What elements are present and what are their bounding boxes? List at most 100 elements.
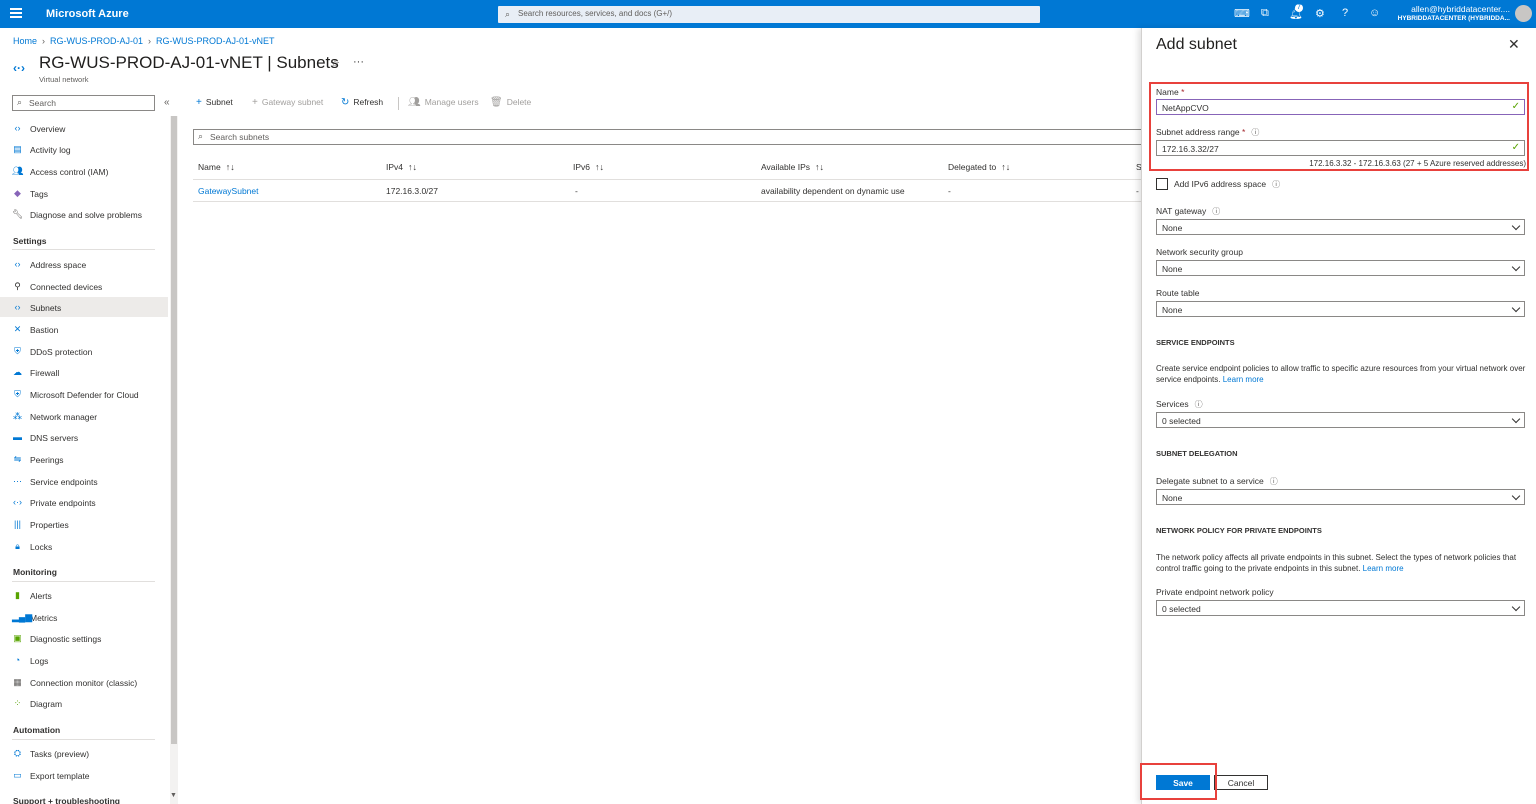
nav-item-label: Diagram xyxy=(30,699,62,709)
directory-filter-icon[interactable]: ⧉ xyxy=(1261,7,1269,20)
hamburger-menu-icon[interactable] xyxy=(10,8,22,18)
nav-item-peerings[interactable]: ⇋Peerings xyxy=(0,449,168,469)
subnet-search-input[interactable]: ⌕ Search subnets xyxy=(193,129,1143,145)
feedback-icon[interactable]: ☺ xyxy=(1369,7,1380,19)
close-icon[interactable]: ✕ xyxy=(1508,36,1520,53)
add-subnet-label: Subnet xyxy=(206,97,233,107)
nav-item-label: DDoS protection xyxy=(30,347,92,357)
cloud-shell-icon[interactable]: ⌨ xyxy=(1234,7,1250,20)
refresh-button[interactable]: ↻Refresh xyxy=(341,97,383,108)
panel-title: Add subnet xyxy=(1156,36,1237,54)
global-search-input[interactable]: ⌕ Search resources, services, and docs (… xyxy=(498,6,1040,23)
add-subnet-button[interactable]: +Subnet xyxy=(196,97,233,108)
add-gateway-subnet-button[interactable]: +Gateway subnet xyxy=(252,97,323,108)
breadcrumb-home[interactable]: Home xyxy=(13,36,37,46)
column-header-label: IPv4 xyxy=(386,162,403,172)
nav-item-label: Export template xyxy=(30,771,90,781)
sort-icon[interactable]: ↑↓ xyxy=(815,162,824,172)
column-header-delegated-to[interactable]: Delegated to ↑↓ xyxy=(948,162,1010,172)
address-space-icon: ‹› xyxy=(12,259,23,270)
nav-item-locks[interactable]: 🔒︎Locks xyxy=(0,536,168,556)
route-table-select[interactable]: None xyxy=(1156,301,1525,317)
services-select[interactable]: 0 selected xyxy=(1156,412,1525,428)
manage-users-button[interactable]: 👥︎ Manage users xyxy=(408,97,479,108)
breadcrumb-vnet[interactable]: RG-WUS-PROD-AJ-01-vNET xyxy=(156,36,275,46)
learn-more-link[interactable]: Learn more xyxy=(1223,375,1264,384)
nav-item-label: Locks xyxy=(30,542,52,552)
nav-item-private-endpoints[interactable]: ‹·›Private endpoints xyxy=(0,492,168,512)
nav-item-export-template[interactable]: ▭Export template xyxy=(0,765,168,785)
more-options-icon[interactable]: ··· xyxy=(353,56,364,68)
help-icon[interactable]: ? xyxy=(1342,7,1348,19)
sort-icon[interactable]: ↑↓ xyxy=(1001,162,1010,172)
nav-item-ddos[interactable]: ⛨DDoS protection xyxy=(0,341,168,361)
cancel-button[interactable]: Cancel xyxy=(1214,775,1268,790)
nat-gateway-select[interactable]: None xyxy=(1156,219,1525,235)
sort-icon[interactable]: ↑↓ xyxy=(408,162,417,172)
avatar[interactable] xyxy=(1515,5,1532,22)
collapse-nav-icon[interactable]: « xyxy=(164,97,170,108)
nav-item-network-manager[interactable]: ⁂Network manager xyxy=(0,406,168,426)
delegate-select[interactable]: None xyxy=(1156,489,1525,505)
info-icon[interactable]: ⓘ xyxy=(1272,180,1280,189)
account-menu[interactable]: allen@hybriddatacenter.... HYBRIDDATACEN… xyxy=(1390,4,1510,22)
delegate-label-text: Delegate subnet to a service xyxy=(1156,476,1264,486)
nav-item-iam[interactable]: 👥︎Access control (IAM) xyxy=(0,161,168,181)
favorite-star-icon[interactable]: ☆ xyxy=(330,57,340,70)
nav-item-diagnostic-settings[interactable]: ▣Diagnostic settings xyxy=(0,628,168,648)
brand-label[interactable]: Microsoft Azure xyxy=(46,8,129,20)
delete-button[interactable]: 🗑︎Delete xyxy=(490,97,531,108)
column-header-ipv6[interactable]: IPv6↑↓ xyxy=(573,162,604,172)
column-header-label: Delegated to xyxy=(948,162,996,172)
notification-count-badge: 7 xyxy=(1295,4,1303,12)
info-icon[interactable]: ⓘ xyxy=(1212,207,1220,216)
nav-item-bastion[interactable]: ✕Bastion xyxy=(0,319,168,339)
learn-more-link[interactable]: Learn more xyxy=(1363,564,1404,573)
nav-search-input[interactable]: ⌕ Search xyxy=(12,95,155,111)
nav-item-properties[interactable]: |||Properties xyxy=(0,514,168,534)
nav-item-tasks[interactable]: ⛭Tasks (preview) xyxy=(0,743,168,763)
settings-gear-icon[interactable]: ⚙ xyxy=(1315,7,1325,20)
column-header-name[interactable]: Name↑↓ xyxy=(198,162,235,172)
nav-scrollbar[interactable]: ▼ xyxy=(170,116,178,804)
column-header-available-ips[interactable]: Available IPs↑↓ xyxy=(761,162,824,172)
scrollbar-thumb[interactable] xyxy=(171,116,177,744)
manage-users-label: Manage users xyxy=(425,97,479,107)
ipv6-checkbox-label[interactable]: Add IPv6 address spaceⓘ xyxy=(1174,179,1280,190)
nav-item-tags[interactable]: ◆Tags xyxy=(0,183,168,203)
nav-item-label: Access control (IAM) xyxy=(30,167,108,177)
scroll-down-arrow-icon[interactable]: ▼ xyxy=(170,792,177,799)
nav-item-subnets[interactable]: ‹›Subnets xyxy=(0,297,168,317)
nav-item-diagram[interactable]: ⁘Diagram xyxy=(0,693,168,713)
sort-icon[interactable]: ↑↓ xyxy=(595,162,604,172)
nav-item-label: Connected devices xyxy=(30,282,102,292)
nsg-select[interactable]: None xyxy=(1156,260,1525,276)
nav-item-connection-monitor[interactable]: ▦Connection monitor (classic) xyxy=(0,672,168,692)
nat-gateway-value: None xyxy=(1162,223,1182,233)
nav-item-service-endpoints[interactable]: ⋯Service endpoints xyxy=(0,471,168,491)
column-header-ipv4[interactable]: IPv4 ↑↓ xyxy=(386,162,417,172)
table-cell-name[interactable]: GatewaySubnet xyxy=(198,186,258,196)
info-icon[interactable]: ⓘ xyxy=(1270,477,1278,486)
nav-item-overview[interactable]: ‹›Overview xyxy=(0,118,168,138)
breadcrumb: Home›RG-WUS-PROD-AJ-01›RG-WUS-PROD-AJ-01… xyxy=(13,36,275,46)
nav-item-dns-servers[interactable]: ▬DNS servers xyxy=(0,427,168,447)
sort-icon[interactable]: ↑↓ xyxy=(226,162,235,172)
pe-policy-select[interactable]: 0 selected xyxy=(1156,600,1525,616)
tasks-icon: ⛭ xyxy=(12,748,23,759)
nav-item-logs[interactable]: ◔Logs xyxy=(0,650,168,670)
nav-item-activity-log[interactable]: ▤Activity log xyxy=(0,139,168,159)
chevron-down-icon xyxy=(1512,603,1520,611)
manage-users-icon: 👥︎ xyxy=(408,97,421,108)
nav-item-connected-devices[interactable]: ⚲Connected devices xyxy=(0,276,168,296)
nav-item-label: Microsoft Defender for Cloud xyxy=(30,390,139,400)
nav-item-diagnose[interactable]: 🔧︎Diagnose and solve problems xyxy=(0,204,168,224)
breadcrumb-resource-group[interactable]: RG-WUS-PROD-AJ-01 xyxy=(50,36,143,46)
nav-item-alerts[interactable]: ▮Alerts xyxy=(0,585,168,605)
nav-item-defender[interactable]: ⛨Microsoft Defender for Cloud xyxy=(0,384,168,404)
nav-item-metrics[interactable]: ▂▄▆Metrics xyxy=(0,607,168,627)
info-icon[interactable]: ⓘ xyxy=(1195,400,1203,409)
nav-item-address-space[interactable]: ‹›Address space xyxy=(0,254,168,274)
nav-item-firewall[interactable]: ☁Firewall xyxy=(0,362,168,382)
ipv6-checkbox[interactable] xyxy=(1156,178,1168,190)
